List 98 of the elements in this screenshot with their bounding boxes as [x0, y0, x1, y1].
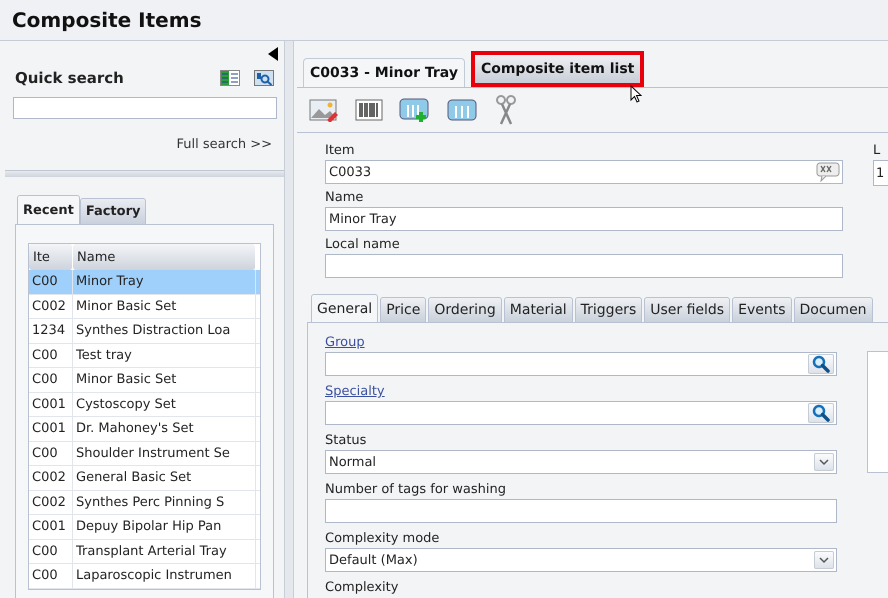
window-title: Composite Items: [12, 8, 202, 32]
table-row[interactable]: C00 Transplant Arterial Tray: [29, 540, 260, 564]
field-label: Complexity: [325, 580, 400, 597]
search-icon: [812, 355, 830, 373]
lookup-field[interactable]: [325, 352, 838, 376]
table-cell: C002: [29, 294, 73, 318]
scissors-icon[interactable]: [493, 95, 519, 125]
table-row[interactable]: C002 Minor Basic Set: [29, 294, 260, 319]
field-value: Normal: [329, 454, 378, 470]
table-cell: Test tray: [73, 344, 256, 367]
tab[interactable]: User fields: [644, 297, 730, 322]
text-field[interactable]: [325, 499, 838, 523]
field-label: L: [873, 143, 882, 160]
tray-add-icon[interactable]: [399, 97, 431, 123]
table-cell: 1234: [29, 319, 73, 342]
table-row[interactable]: C002 General Basic Set: [29, 466, 260, 490]
barcode-icon[interactable]: [355, 98, 383, 122]
text-field[interactable]: C0033: [325, 160, 843, 184]
table-row[interactable]: C001 Dr. Mahoney's Set: [29, 417, 260, 442]
table-cell: C00: [29, 344, 73, 367]
dropdown-field[interactable]: Default (Max): [325, 548, 838, 572]
table-cell: C001: [29, 392, 73, 416]
table-row[interactable]: C00 Laparoscopic Instrumen: [29, 564, 260, 588]
tab[interactable]: Events: [732, 297, 792, 322]
tab[interactable]: Ordering: [428, 297, 502, 322]
tab[interactable]: Price: [380, 297, 426, 322]
translate-icon[interactable]: [816, 162, 840, 182]
field-label: Status: [325, 433, 368, 450]
table-row[interactable]: C002 Synthes Perc Pinning S: [29, 490, 260, 515]
field-link[interactable]: Specialty: [325, 384, 838, 401]
table-row[interactable]: C00 Test tray: [29, 344, 260, 368]
table-cell: Transplant Arterial Tray: [73, 540, 256, 563]
search-button[interactable]: [808, 354, 834, 374]
table-cell: C002: [29, 490, 73, 514]
image-edit-icon[interactable]: [309, 98, 339, 122]
table-row[interactable]: C001 Depuy Bipolar Hip Pan: [29, 515, 260, 540]
field-label: Complexity mode: [325, 531, 440, 548]
field-label: Item: [325, 143, 356, 160]
tab[interactable]: Triggers: [574, 297, 642, 322]
full-search-link[interactable]: Full search >>: [176, 137, 272, 152]
column-header[interactable]: Name: [73, 244, 256, 270]
table-row[interactable]: C00 Minor Tray: [29, 270, 260, 294]
field-value: C0033: [329, 164, 372, 180]
field-label: Number of tags for washing: [325, 482, 507, 499]
field-label: Local name: [325, 237, 401, 254]
table-row[interactable]: 1234 Synthes Distraction Loa: [29, 319, 260, 344]
search-button[interactable]: [808, 403, 834, 423]
table-cell: Minor Basic Set: [73, 368, 256, 392]
table-row[interactable]: C00 Shoulder Instrument Se: [29, 442, 260, 466]
table-cell: C00: [29, 270, 73, 294]
tray-icon[interactable]: [447, 98, 477, 122]
chevron-down-icon: [818, 556, 830, 564]
table-cell: Minor Basic Set: [73, 294, 256, 318]
tab[interactable]: C0033 - Minor Tray: [303, 58, 465, 87]
field-value: Minor Tray: [329, 212, 398, 226]
tab[interactable]: Material: [504, 297, 573, 322]
table-cell: C00: [29, 368, 73, 392]
text-field[interactable]: 1: [873, 160, 888, 186]
table-cell: Cystoscopy Set: [73, 392, 256, 416]
column-header[interactable]: Ite: [29, 244, 73, 270]
search-icon: [812, 404, 830, 422]
table-cell: C00: [29, 442, 73, 465]
dropdown-button[interactable]: [814, 453, 834, 471]
tab[interactable]: Documen: [794, 297, 873, 322]
table-row[interactable]: C001 Cystoscopy Set: [29, 392, 260, 417]
table-row[interactable]: C00 Minor Basic Set: [29, 368, 260, 392]
dropdown-button[interactable]: [814, 551, 834, 569]
tab[interactable]: Composite item list: [470, 51, 644, 87]
table-cell: Shoulder Instrument Se: [73, 442, 256, 465]
table-cell: C002: [29, 466, 73, 490]
table-cell: C00: [29, 540, 73, 563]
table-cell: General Basic Set: [73, 466, 256, 490]
find-icon: [254, 70, 274, 86]
table-cell: C001: [29, 515, 73, 538]
table-cell: Synthes Perc Pinning S: [73, 490, 256, 514]
field-label: Name: [325, 190, 364, 207]
mouse-cursor-icon: [630, 85, 642, 103]
table-cell: Laparoscopic Instrumen: [73, 564, 256, 588]
text-field[interactable]: [325, 254, 843, 278]
section-heading: Quick search: [15, 69, 124, 87]
lookup-field[interactable]: [325, 401, 838, 425]
field-value: Default (Max): [329, 552, 419, 568]
tab[interactable]: Recent: [17, 195, 80, 224]
table-cell: Depuy Bipolar Hip Pan: [73, 515, 256, 538]
tab[interactable]: General: [311, 294, 378, 322]
table-cell: C00: [29, 564, 73, 588]
dropdown-field[interactable]: Normal: [325, 450, 838, 474]
collapse-icon[interactable]: [268, 47, 278, 61]
table-cell: Synthes Distraction Loa: [73, 319, 256, 342]
chevron-down-icon: [818, 458, 830, 466]
table-cell: Minor Tray: [73, 270, 256, 294]
text-field[interactable]: Minor Tray: [325, 207, 843, 231]
search-field[interactable]: [13, 97, 277, 119]
table-cell: C001: [29, 417, 73, 440]
table-cell: Dr. Mahoney's Set: [73, 417, 256, 440]
tab[interactable]: Factory: [80, 198, 146, 224]
list-view-icon: [220, 70, 240, 86]
field-link[interactable]: Group: [325, 335, 838, 352]
